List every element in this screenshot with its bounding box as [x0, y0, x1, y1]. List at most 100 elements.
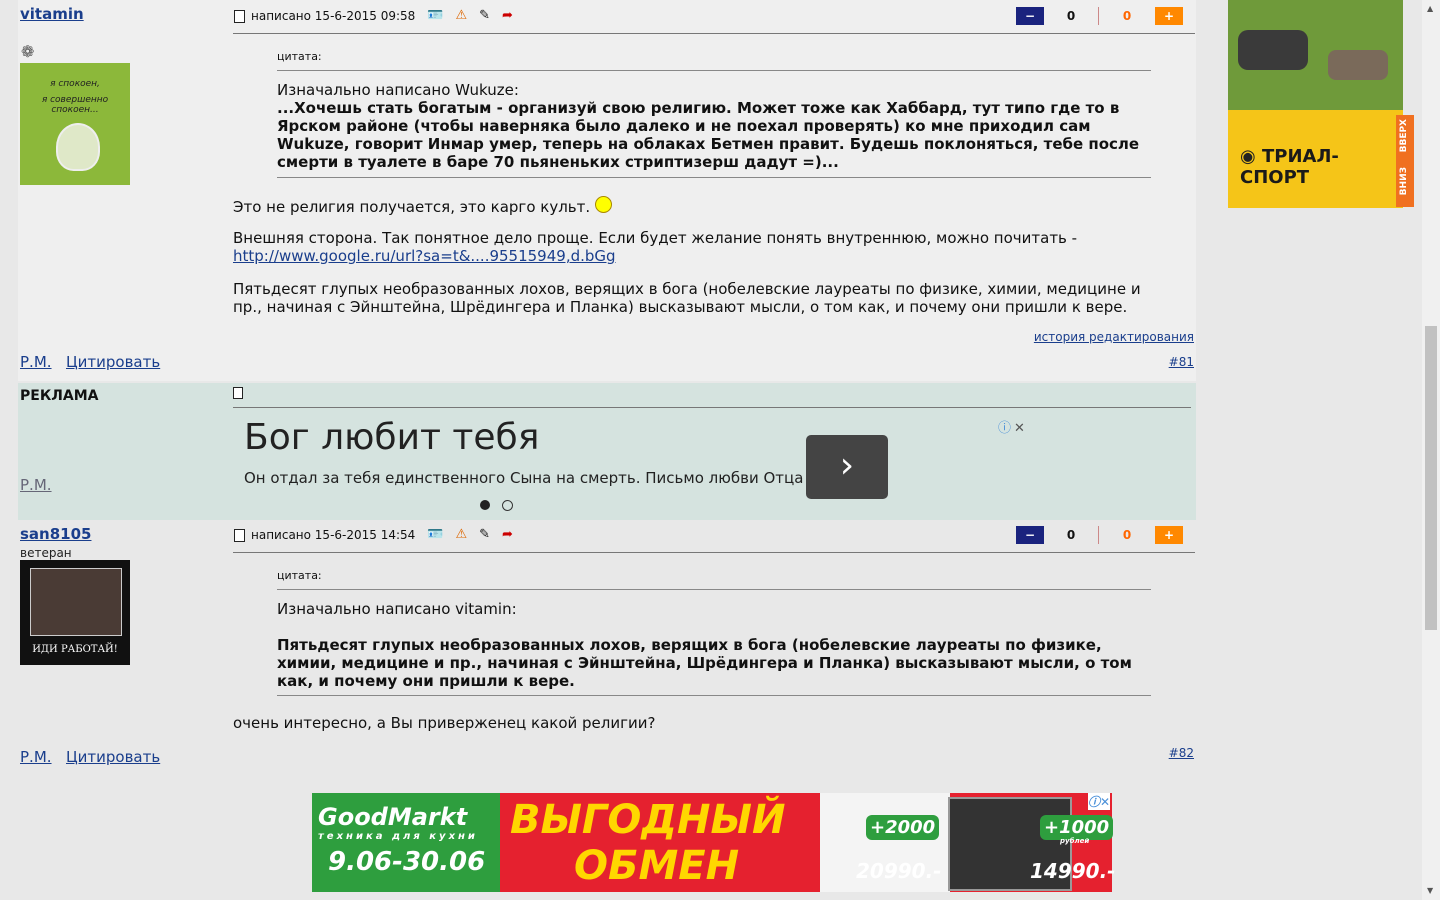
ad-subtitle[interactable]: Он отдал за тебя единственного Сына на с…	[244, 469, 803, 487]
vote-negative-count: 0	[1044, 526, 1099, 544]
scroll-up-arrow-icon[interactable]: ▲	[1427, 4, 1433, 13]
shoes-image	[1228, 0, 1403, 110]
quote-label: цитата:	[277, 569, 322, 582]
edit-icon[interactable]: ✎	[479, 9, 490, 23]
quote-button[interactable]: Цитировать	[66, 353, 160, 371]
right-ad[interactable]: ◉ ТРИАЛ-СПОРТ ВВЕРХ ВНИЗ	[1228, 0, 1418, 208]
quote-divider	[277, 589, 1151, 590]
reply-icon[interactable]: ➦	[502, 528, 513, 542]
vote-plus-button[interactable]: +	[1155, 526, 1183, 544]
vote-positive-count: 0	[1122, 528, 1132, 542]
edit-history-link[interactable]: история редактирования	[1034, 330, 1194, 344]
left-margin	[0, 0, 18, 900]
vote-minus-button[interactable]: −	[1016, 7, 1044, 25]
brand-logo-icon: ◉	[1240, 146, 1256, 167]
quote-button[interactable]: Цитировать	[66, 748, 160, 766]
banner-brand-sub: техника для кухни	[318, 831, 478, 842]
post-meta: написано 15-6-2015 09:58 🪪 ⚠ ✎ ➦	[234, 7, 513, 25]
vote-negative-count: 0	[1044, 7, 1099, 25]
scroll-down-arrow-icon[interactable]: ▼	[1427, 886, 1433, 895]
reply-icon[interactable]: ➦	[502, 9, 513, 23]
ad-post: РЕКЛАМА Р.М. Бог любит тебя Он отдал за …	[18, 383, 1196, 520]
post-paragraph: Пятьдесят глупых необразованных лохов, в…	[233, 280, 1141, 316]
private-message-link[interactable]: Р.М.	[20, 353, 52, 371]
avatar-caption: я спокоен,	[50, 79, 100, 89]
vote-positive-count: 0	[1122, 9, 1132, 23]
post-text: Это не религия получается, это карго кул…	[233, 196, 1173, 216]
flower-icon: ❁	[21, 42, 35, 61]
avatar-photo	[30, 568, 122, 636]
post-date: написано 15-6-2015 09:58	[251, 9, 416, 23]
banner-bonus: +2000	[866, 815, 940, 840]
forum-page: vitamin ❁ я спокоен, я совершенно спокое…	[0, 0, 1440, 900]
ad-next-button[interactable]: ›	[806, 435, 888, 499]
forum-post: vitamin ❁ я спокоен, я совершенно спокое…	[18, 0, 1196, 381]
smiley-icon	[594, 196, 612, 213]
post-number-link[interactable]: #82	[1169, 746, 1194, 760]
ad-banner[interactable]: GoodMarkt техника для кухни 9.06-30.06 В…	[312, 793, 1116, 892]
vote-box: − 0 0 +	[1016, 7, 1184, 25]
scroll-down-button[interactable]: ВНИЗ	[1399, 167, 1409, 195]
banner-headline: ВЫГОДНЫЙ	[510, 797, 786, 843]
vote-plus-button[interactable]: +	[1155, 7, 1183, 25]
avatar-caption: ИДИ РАБОТАЙ!	[32, 644, 118, 655]
post-text: Внешняя сторона. Так понятное дело проще…	[233, 229, 1173, 265]
vote-box: − 0 0 +	[1016, 526, 1184, 544]
external-link[interactable]: http://www.google.ru/url?sa=t&....955159…	[233, 247, 616, 265]
post-date: написано 15-6-2015 14:54	[251, 528, 416, 542]
post-paragraph: Это не религия получается, это карго кул…	[233, 198, 591, 216]
banner-headline: ОБМЕН	[574, 843, 740, 889]
ad-close-icon[interactable]: ✕	[1014, 421, 1025, 436]
warning-icon[interactable]: ⚠	[455, 528, 467, 542]
quote-text: ...Хочешь стать богатым - организуй свою…	[277, 99, 1140, 171]
brand-block: ◉ ТРИАЛ-СПОРТ	[1228, 110, 1403, 208]
post-number-link[interactable]: #81	[1169, 355, 1194, 369]
warning-icon[interactable]: ⚠	[455, 9, 467, 23]
ad-info-icon[interactable]: ⓘ✕	[998, 417, 1025, 436]
ad-label: РЕКЛАМА	[20, 388, 99, 404]
divider	[233, 552, 1195, 553]
avatar-caption: я совершенно спокоен...	[41, 95, 109, 115]
author-link[interactable]: vitamin	[20, 5, 84, 23]
brand-text: ◉ ТРИАЛ-СПОРТ	[1240, 146, 1403, 188]
banner-currency: рублей	[1060, 837, 1090, 845]
post-paragraph: Внешняя сторона. Так понятное дело проще…	[233, 229, 1078, 247]
quote-author: Изначально написано vitamin:	[277, 600, 517, 618]
quote-divider	[277, 177, 1151, 178]
document-icon	[233, 387, 243, 399]
scroll-widget: ВВЕРХ ВНИЗ	[1396, 115, 1414, 207]
cat-figure	[56, 123, 100, 171]
quote-author: Изначально написано Wukuze:	[277, 81, 519, 99]
quote-divider	[277, 695, 1151, 696]
banner-dates: 9.06-30.06	[328, 847, 486, 877]
profile-card-icon[interactable]: 🪪	[427, 9, 443, 23]
avatar: я спокоен, я совершенно спокоен...	[20, 63, 130, 185]
quote-divider	[277, 70, 1151, 71]
vote-minus-button[interactable]: −	[1016, 526, 1044, 544]
scrollbar-thumb[interactable]	[1425, 326, 1437, 630]
author-link[interactable]: san8105	[20, 525, 91, 543]
banner-brand-block: GoodMarkt техника для кухни 9.06-30.06	[312, 793, 500, 892]
user-rank: ветеран	[20, 546, 72, 560]
post-meta: написано 15-6-2015 14:54 🪪 ⚠ ✎ ➦	[234, 526, 513, 544]
ad-info-icon[interactable]: ⓘ✕	[1087, 793, 1110, 810]
private-message-link[interactable]: Р.М.	[20, 476, 52, 494]
post-paragraph: очень интересно, а Вы приверженец какой …	[233, 714, 656, 732]
avatar: ИДИ РАБОТАЙ!	[20, 560, 130, 665]
document-icon	[234, 528, 245, 542]
ad-title[interactable]: Бог любит тебя	[244, 417, 539, 458]
banner-promo-block: ВЫГОДНЫЙ ОБМЕН +2000 20990.- +1000 14990…	[500, 793, 1116, 892]
divider	[233, 407, 1191, 408]
profile-card-icon[interactable]: 🪪	[427, 528, 443, 542]
banner-brand: GoodMarkt	[318, 803, 468, 831]
edit-icon[interactable]: ✎	[479, 528, 490, 542]
carousel-dot-active[interactable]	[480, 500, 490, 510]
forum-post: san8105 ветеран ИДИ РАБОТАЙ! написано 15…	[18, 522, 1196, 772]
banner-price: 20990.-	[856, 859, 942, 883]
quote-text: Пятьдесят глупых необразованных лохов, в…	[277, 636, 1132, 690]
carousel-dot[interactable]	[502, 500, 513, 511]
banner-price: 14990.-	[1030, 859, 1116, 883]
scroll-up-button[interactable]: ВВЕРХ	[1399, 119, 1409, 152]
quote-label: цитата:	[277, 50, 322, 63]
private-message-link[interactable]: Р.М.	[20, 748, 52, 766]
